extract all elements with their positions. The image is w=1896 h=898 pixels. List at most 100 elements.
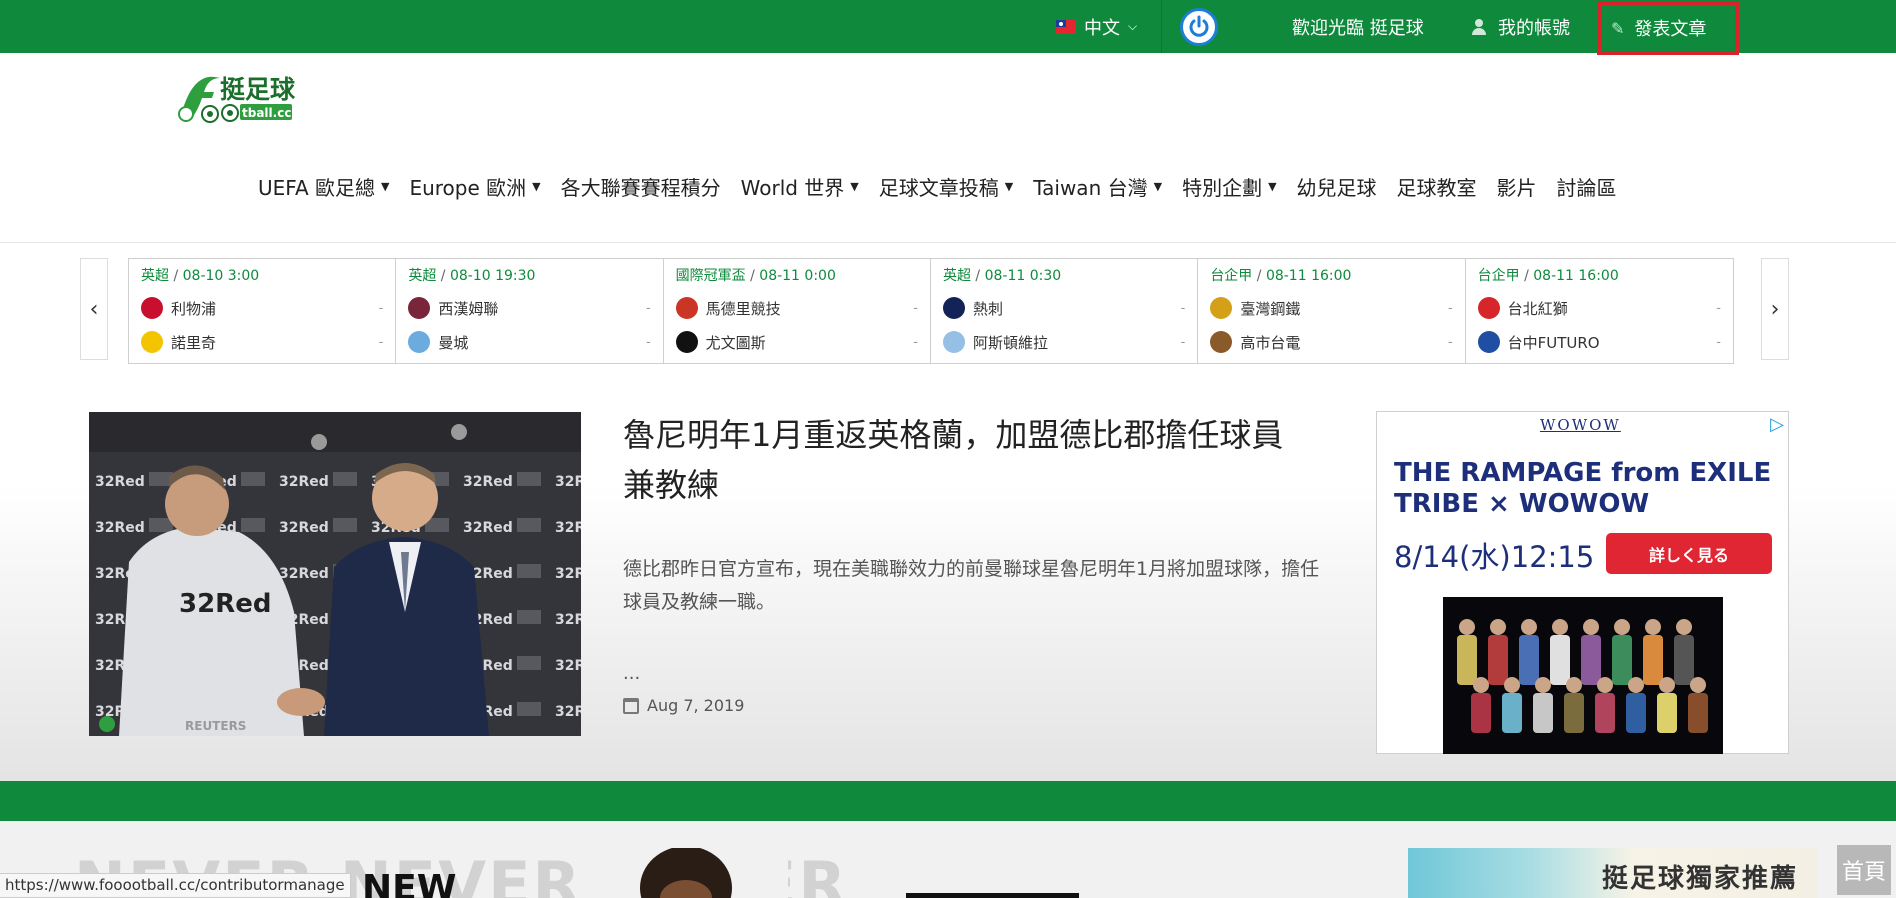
team-name: 熱刺 bbox=[972, 299, 1003, 318]
team-row: 台中FUTURO - bbox=[1477, 325, 1721, 359]
meta-separator: / bbox=[436, 268, 450, 284]
match-league: 台企甲 bbox=[1477, 268, 1520, 284]
team-name: 尤文圖斯 bbox=[705, 333, 766, 352]
banner-player-photo bbox=[586, 848, 788, 898]
ad-cta-button[interactable]: 詳しく見る bbox=[1606, 533, 1772, 574]
featured-article-image[interactable]: 32Red 32Red REUTERS bbox=[89, 412, 581, 736]
ad-brand: WOWOW bbox=[1540, 416, 1621, 434]
team-score: - bbox=[1716, 300, 1721, 316]
nav-item-label: 影片 bbox=[1496, 176, 1537, 200]
main-nav: UEFA 歐足總 ▼ Europe 歐洲 ▼ 各大聯賽賽程積分 World 世界 ▼ 足球文章… bbox=[258, 172, 1637, 201]
caret-down-icon: ▼ bbox=[850, 180, 859, 193]
welcome-text: 歡迎光臨 挺足球 bbox=[1292, 18, 1424, 39]
team-row: 曼城 - bbox=[408, 325, 651, 359]
team-row: 西漢姆聯 - bbox=[408, 291, 651, 325]
power-logout-icon[interactable] bbox=[1180, 8, 1218, 46]
team-score: - bbox=[645, 334, 651, 350]
team-score: - bbox=[378, 334, 384, 350]
nav-item[interactable]: 各大聯賽賽程積分 bbox=[561, 172, 721, 201]
status-bar-url: https://www.fooootball.cc/contributorman… bbox=[0, 873, 351, 898]
ad-airtime: 8/14(水)12:15 bbox=[1394, 540, 1595, 574]
article-excerpt: 德比郡昨日官方宣布，現在美職聯效力的前曼聯球星魯尼明年1月將加盟球隊，擔任球員及… bbox=[623, 558, 1320, 613]
team-name: 臺灣鋼鐵 bbox=[1240, 299, 1301, 318]
team-crest-icon bbox=[942, 297, 965, 319]
team-score: - bbox=[1447, 300, 1453, 316]
team-row: 阿斯頓維拉 - bbox=[942, 325, 1185, 359]
team-name: 曼城 bbox=[438, 333, 469, 352]
team-crest-icon bbox=[408, 297, 431, 319]
scores-next-button[interactable]: › bbox=[1761, 258, 1789, 360]
article-title[interactable]: 魯尼明年1月重返英格蘭，加盟德比郡擔任球員兼教練 bbox=[623, 410, 1313, 510]
promo-banner[interactable]: 挺足球獨家推薦 bbox=[1408, 848, 1818, 898]
banner-dark-strip bbox=[906, 893, 1079, 898]
nav-item[interactable]: 幼兒足球 bbox=[1297, 172, 1377, 201]
team-score: - bbox=[1447, 334, 1453, 350]
team-crest-icon bbox=[1477, 331, 1500, 353]
nav-item[interactable]: Taiwan 台灣 ▼ bbox=[1033, 172, 1162, 201]
match-league: 英超 bbox=[408, 268, 437, 284]
match-meta: 國際冠軍盃 / 08-11 0:00 bbox=[676, 265, 918, 285]
nav-item[interactable]: Europe 歐洲 ▼ bbox=[409, 172, 540, 201]
caret-down-icon: ▼ bbox=[532, 180, 541, 193]
match-card[interactable]: 台企甲 / 08-11 16:00 台北紅獅 - 台中FUTURO - bbox=[1466, 259, 1733, 363]
section-divider-band bbox=[0, 781, 1896, 821]
match-card[interactable]: 英超 / 08-10 3:00 利物浦 - 諾里奇 - bbox=[129, 259, 397, 363]
team-row: 台北紅獅 - bbox=[1477, 291, 1721, 325]
scores-prev-button[interactable]: ‹ bbox=[80, 258, 108, 360]
nav-item[interactable]: UEFA 歐足總 ▼ bbox=[258, 172, 389, 201]
logo-brand-en: tball.cc bbox=[242, 106, 291, 120]
top-bar: 中文 ⌵ 歡迎光臨 挺足球 我的帳號 ✎ 發表文章 bbox=[0, 0, 1896, 55]
match-time: 08-10 3:00 bbox=[182, 268, 260, 284]
nav-item[interactable]: 足球文章投稿 ▼ bbox=[879, 172, 1013, 201]
match-meta: 台企甲 / 08-11 16:00 bbox=[1210, 265, 1452, 285]
match-league: 英超 bbox=[141, 268, 169, 284]
match-meta: 英超 / 08-10 19:30 bbox=[408, 265, 650, 285]
team-crest-icon bbox=[1210, 331, 1233, 353]
match-time: 08-11 16:00 bbox=[1265, 268, 1352, 284]
team-row: 諾里奇 - bbox=[141, 325, 383, 359]
team-score: - bbox=[645, 300, 651, 316]
calendar-icon bbox=[623, 697, 639, 714]
post-article-label: 發表文章 bbox=[1634, 19, 1707, 40]
nav-item-label: 討論區 bbox=[1556, 176, 1617, 200]
nav-item[interactable]: 討論區 bbox=[1557, 172, 1617, 201]
nav-item[interactable]: 足球教室 bbox=[1397, 172, 1477, 201]
team-row: 熱刺 - bbox=[942, 291, 1185, 325]
taiwan-flag-icon bbox=[1056, 19, 1076, 34]
advertisement[interactable]: WOWOW ▷ THE RAMPAGE from EXILE TRIBE × W… bbox=[1376, 411, 1789, 754]
team-crest-icon bbox=[1477, 297, 1500, 319]
match-time: 08-11 16:00 bbox=[1533, 268, 1619, 284]
home-button[interactable]: 首頁 bbox=[1837, 845, 1891, 895]
team-name: 利物浦 bbox=[171, 299, 217, 318]
match-card[interactable]: 台企甲 / 08-11 16:00 臺灣鋼鐵 - 高市台電 - bbox=[1198, 259, 1466, 363]
match-card[interactable]: 英超 / 08-11 0:30 熱刺 - 阿斯頓維拉 - bbox=[931, 259, 1199, 363]
nav-item-label: World 世界 bbox=[740, 176, 845, 200]
post-article-button[interactable]: ✎ 發表文章 bbox=[1597, 1, 1739, 55]
chevron-left-icon: ‹ bbox=[89, 296, 99, 322]
site-logo[interactable]: 挺足球 tball.cc bbox=[174, 68, 322, 126]
team-row: 高市台電 - bbox=[1210, 325, 1453, 359]
caret-down-icon: ▼ bbox=[1004, 180, 1014, 193]
nav-item[interactable]: 影片 bbox=[1497, 172, 1537, 201]
match-scores-strip: 英超 / 08-10 3:00 利物浦 - 諾里奇 - 英超 / 08-10 19:30 西… bbox=[128, 258, 1734, 364]
match-card[interactable]: 英超 / 08-10 19:30 西漢姆聯 - 曼城 - bbox=[396, 259, 664, 363]
my-account-link[interactable]: 我的帳號 bbox=[1472, 0, 1570, 53]
nav-item[interactable]: 特別企劃 ▼ bbox=[1182, 172, 1276, 201]
language-selector[interactable]: 中文 ⌵ bbox=[1056, 0, 1163, 53]
logo-brand-cn: 挺足球 bbox=[220, 75, 296, 104]
nav-item[interactable]: World 世界 ▼ bbox=[741, 172, 859, 201]
team-score: - bbox=[913, 300, 918, 316]
pencil-icon: ✎ bbox=[1611, 18, 1625, 38]
adchoices-icon[interactable]: ▷ bbox=[1770, 414, 1784, 435]
meta-separator: / bbox=[169, 268, 183, 284]
article-read-more[interactable]: ... bbox=[623, 663, 640, 684]
team-name: 阿斯頓維拉 bbox=[972, 333, 1048, 352]
match-league: 台企甲 bbox=[1210, 268, 1253, 284]
team-row: 利物浦 - bbox=[141, 291, 383, 325]
caret-down-icon: ▼ bbox=[1153, 180, 1163, 193]
team-row: 馬德里競技 - bbox=[675, 291, 918, 325]
team-name: 西漢姆聯 bbox=[438, 299, 499, 318]
match-card[interactable]: 國際冠軍盃 / 08-11 0:00 馬德里競技 - 尤文圖斯 - bbox=[664, 259, 931, 363]
caret-down-icon: ▼ bbox=[380, 180, 390, 193]
nav-item-label: 足球文章投稿 bbox=[878, 176, 999, 200]
